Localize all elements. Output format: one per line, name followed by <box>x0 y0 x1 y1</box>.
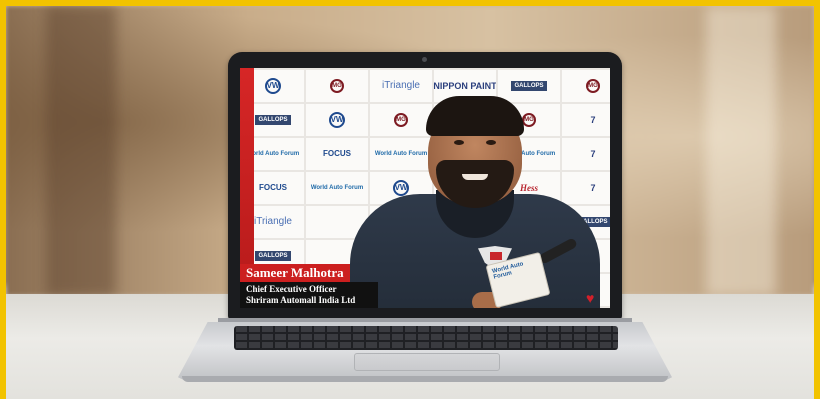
backdrop-logo: GALLOPS <box>255 251 291 261</box>
speaker-company: Shriram Automall India Ltd <box>246 295 356 305</box>
background-pillar <box>46 6 116 296</box>
speaker-name: Sameer Malhotra <box>240 264 350 282</box>
image-frame: VW MG iTriangle NIPPON PAINT GALLOPS MG GALLOP… <box>0 0 820 399</box>
background-window <box>706 6 776 296</box>
backdrop-logo: MG <box>330 79 344 93</box>
keyboard <box>234 326 618 350</box>
hair <box>426 96 524 136</box>
badge-emblem <box>490 252 502 260</box>
backdrop-logo: FOCUS <box>323 149 351 158</box>
backdrop-logo: VW <box>329 112 345 128</box>
backdrop-logo: GALLOPS <box>255 115 291 125</box>
trackpad <box>354 353 500 371</box>
speaker-details: Chief Executive Officer Shriram Automall… <box>240 282 378 308</box>
backdrop-logo: VW <box>265 78 281 94</box>
left-eye <box>454 140 464 145</box>
backdrop-logo: iTriangle <box>382 80 420 91</box>
interviewee <box>350 94 600 308</box>
backdrop-logo: MG <box>586 79 600 93</box>
backdrop-logo: FOCUS <box>259 183 287 192</box>
backdrop-logo: iTriangle <box>254 216 292 227</box>
backdrop-logo: World Auto Forum <box>246 151 300 157</box>
smile <box>462 174 488 180</box>
laptop-lid: VW MG iTriangle NIPPON PAINT GALLOPS MG GALLOP… <box>228 52 622 320</box>
right-eye <box>486 140 496 145</box>
speaker-title: Chief Executive Officer <box>246 284 337 294</box>
laptop-screen: VW MG iTriangle NIPPON PAINT GALLOPS MG GALLOP… <box>240 68 610 308</box>
webcam-icon <box>422 57 427 62</box>
backdrop-logo: NIPPON PAINT <box>434 80 496 91</box>
backdrop-logo: GALLOPS <box>511 81 547 91</box>
laptop-front-edge <box>182 376 668 382</box>
heart-icon: ♥ <box>586 290 595 306</box>
lower-third-caption: Sameer Malhotra Chief Executive Officer … <box>240 264 382 308</box>
